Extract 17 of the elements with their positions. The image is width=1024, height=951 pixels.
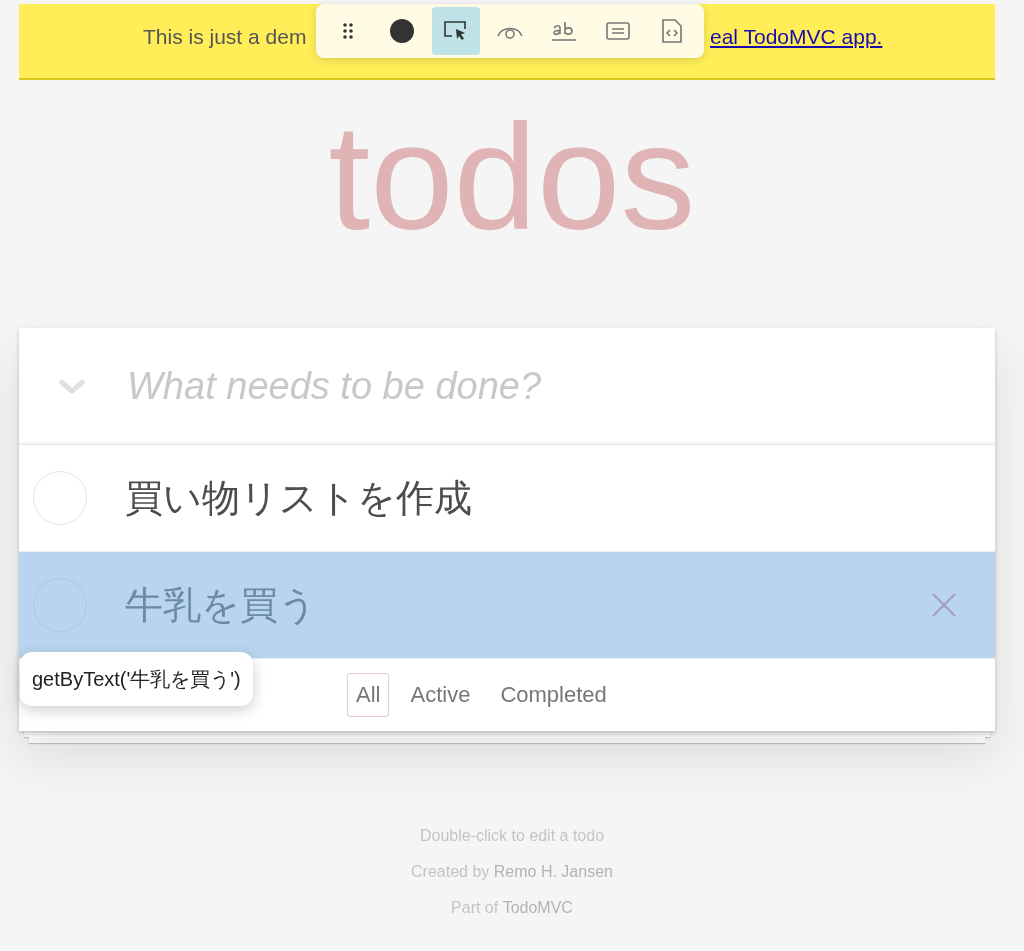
todo-item[interactable]: 牛乳を買う — [19, 552, 995, 659]
filter-link[interactable]: Active — [401, 673, 480, 717]
drag-handle-icon — [342, 22, 354, 40]
todo-item[interactable]: 買い物リストを作成 — [19, 445, 995, 552]
message-icon — [605, 20, 631, 42]
filter-link[interactable]: Completed — [491, 673, 616, 717]
todo-title: 買い物リストを作成 — [125, 475, 472, 521]
banner-link[interactable]: eal TodoMVC app. — [710, 25, 883, 49]
tool-button[interactable] — [432, 7, 480, 55]
code-file-icon — [661, 18, 683, 44]
banner-text: This is just a dem — [143, 25, 308, 49]
delete-button[interactable] — [931, 592, 957, 618]
locator-tooltip: getByText('牛乳を買う') — [20, 652, 253, 706]
record-icon — [389, 18, 415, 44]
app-title: todos — [327, 102, 697, 263]
todo-title: 牛乳を買う — [125, 582, 317, 628]
filter-link[interactable]: All — [347, 673, 390, 717]
